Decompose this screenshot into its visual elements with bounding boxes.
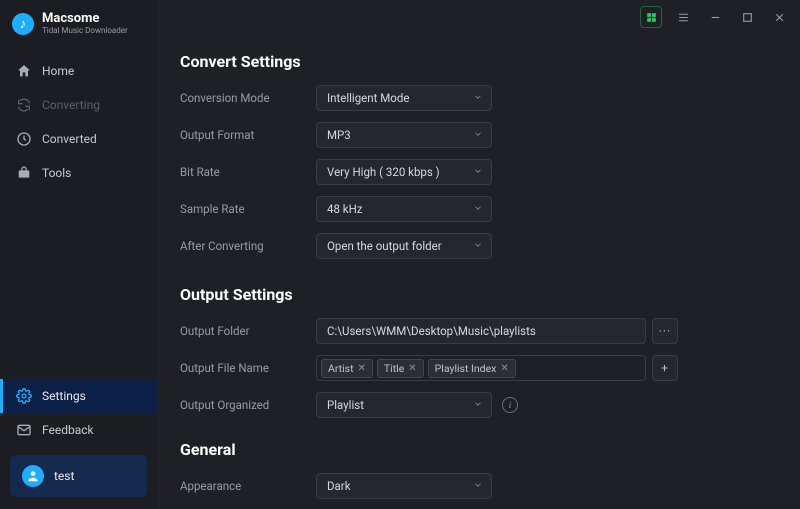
sidebar-item-settings[interactable]: Settings	[0, 379, 157, 413]
sidebar-item-label: Home	[42, 64, 74, 78]
sidebar-item-home[interactable]: Home	[0, 54, 157, 88]
minimize-button[interactable]	[704, 6, 726, 28]
sidebar-item-feedback[interactable]: Feedback	[0, 413, 157, 447]
appearance-label: Appearance	[180, 479, 316, 493]
row-sample-rate: Sample Rate 48 kHz	[180, 196, 760, 222]
chevron-down-icon	[473, 128, 483, 142]
info-icon: i	[502, 397, 518, 413]
select-value: Open the output folder	[327, 239, 442, 253]
gear-icon	[16, 388, 32, 404]
grid-view-button[interactable]	[640, 6, 662, 28]
sidebar-item-converted[interactable]: Converted	[0, 122, 157, 156]
sidebar-item-label: Tools	[42, 166, 71, 180]
select-value: Dark	[327, 479, 351, 493]
app-window: ♪ Macsome Tidal Music Downloader Home Co…	[0, 0, 800, 509]
sidebar-item-label: Feedback	[42, 423, 94, 437]
maximize-button[interactable]	[736, 6, 758, 28]
remove-tag-icon[interactable]: ✕	[358, 363, 366, 374]
output-organized-select[interactable]: Playlist	[316, 392, 492, 418]
select-value: MP3	[327, 128, 351, 142]
sidebar-item-converting[interactable]: Converting	[0, 88, 157, 122]
row-after-converting: After Converting Open the output folder	[180, 233, 760, 259]
brand-logo-icon: ♪	[12, 13, 34, 35]
user-name: test	[54, 469, 74, 483]
remove-tag-icon[interactable]: ✕	[500, 363, 508, 374]
avatar-icon	[22, 465, 44, 487]
section-general-title: General	[180, 440, 760, 459]
brand: ♪ Macsome Tidal Music Downloader	[0, 0, 157, 50]
sample-rate-label: Sample Rate	[180, 202, 316, 216]
sidebar: ♪ Macsome Tidal Music Downloader Home Co…	[0, 0, 158, 509]
brand-name: Macsome	[42, 12, 128, 26]
brand-text: Macsome Tidal Music Downloader	[42, 12, 128, 36]
chevron-down-icon	[473, 91, 483, 105]
section-convert-title: Convert Settings	[180, 52, 760, 71]
clock-icon	[16, 131, 32, 147]
titlebar	[158, 0, 800, 34]
sidebar-item-label: Settings	[42, 389, 86, 403]
after-converting-select[interactable]: Open the output folder	[316, 233, 492, 259]
row-output-filename: Output File Name Artist✕ Title✕ Playlist…	[180, 355, 760, 381]
nav: Home Converting Converted Tools Settings	[0, 50, 157, 509]
row-output-format: Output Format MP3	[180, 122, 760, 148]
home-icon	[16, 63, 32, 79]
row-output-organized: Output Organized Playlist i	[180, 392, 760, 418]
output-filename-label: Output File Name	[180, 361, 316, 375]
select-value: Intelligent Mode	[327, 91, 409, 105]
select-value: 48 kHz	[327, 202, 363, 216]
close-button[interactable]	[768, 6, 790, 28]
tag-title: Title✕	[377, 359, 424, 378]
tag-playlist-index: Playlist Index✕	[428, 359, 516, 378]
output-organized-label: Output Organized	[180, 398, 316, 412]
filename-tags-field[interactable]: Artist✕ Title✕ Playlist Index✕	[316, 355, 646, 381]
conversion-mode-select[interactable]: Intelligent Mode	[316, 85, 492, 111]
chevron-down-icon	[473, 398, 483, 412]
row-bit-rate: Bit Rate Very High ( 320 kbps )	[180, 159, 760, 185]
remove-tag-icon[interactable]: ✕	[408, 363, 416, 374]
row-output-folder: Output Folder C:\Users\WMM\Desktop\Music…	[180, 318, 760, 344]
menu-button[interactable]	[672, 6, 694, 28]
chevron-down-icon	[473, 239, 483, 253]
mail-icon	[16, 422, 32, 438]
sample-rate-select[interactable]: 48 kHz	[316, 196, 492, 222]
sidebar-item-tools[interactable]: Tools	[0, 156, 157, 190]
settings-content: Convert Settings Conversion Mode Intelli…	[158, 34, 800, 509]
user-pill[interactable]: test	[10, 455, 147, 497]
appearance-select[interactable]: Dark	[316, 473, 492, 499]
output-folder-label: Output Folder	[180, 324, 316, 338]
add-tag-button[interactable]: +	[652, 355, 678, 381]
bit-rate-label: Bit Rate	[180, 165, 316, 179]
output-format-label: Output Format	[180, 128, 316, 142]
brand-sub: Tidal Music Downloader	[42, 26, 128, 36]
sidebar-item-label: Converting	[42, 98, 100, 112]
row-appearance: Appearance Dark	[180, 473, 760, 499]
select-value: Very High ( 320 kbps )	[327, 165, 440, 179]
toolbox-icon	[16, 165, 32, 181]
row-conversion-mode: Conversion Mode Intelligent Mode	[180, 85, 760, 111]
output-format-select[interactable]: MP3	[316, 122, 492, 148]
output-folder-value: C:\Users\WMM\Desktop\Music\playlists	[327, 324, 536, 338]
convert-icon	[16, 97, 32, 113]
chevron-down-icon	[473, 165, 483, 179]
after-converting-label: After Converting	[180, 239, 316, 253]
conversion-mode-label: Conversion Mode	[180, 91, 316, 105]
section-output-title: Output Settings	[180, 285, 760, 304]
chevron-down-icon	[473, 202, 483, 216]
sidebar-item-label: Converted	[42, 132, 97, 146]
browse-folder-button[interactable]: ···	[652, 318, 678, 344]
bit-rate-select[interactable]: Very High ( 320 kbps )	[316, 159, 492, 185]
select-value: Playlist	[327, 398, 364, 412]
main: Convert Settings Conversion Mode Intelli…	[158, 0, 800, 509]
output-folder-input[interactable]: C:\Users\WMM\Desktop\Music\playlists	[316, 318, 646, 344]
tag-artist: Artist✕	[321, 359, 373, 378]
chevron-down-icon	[473, 479, 483, 493]
